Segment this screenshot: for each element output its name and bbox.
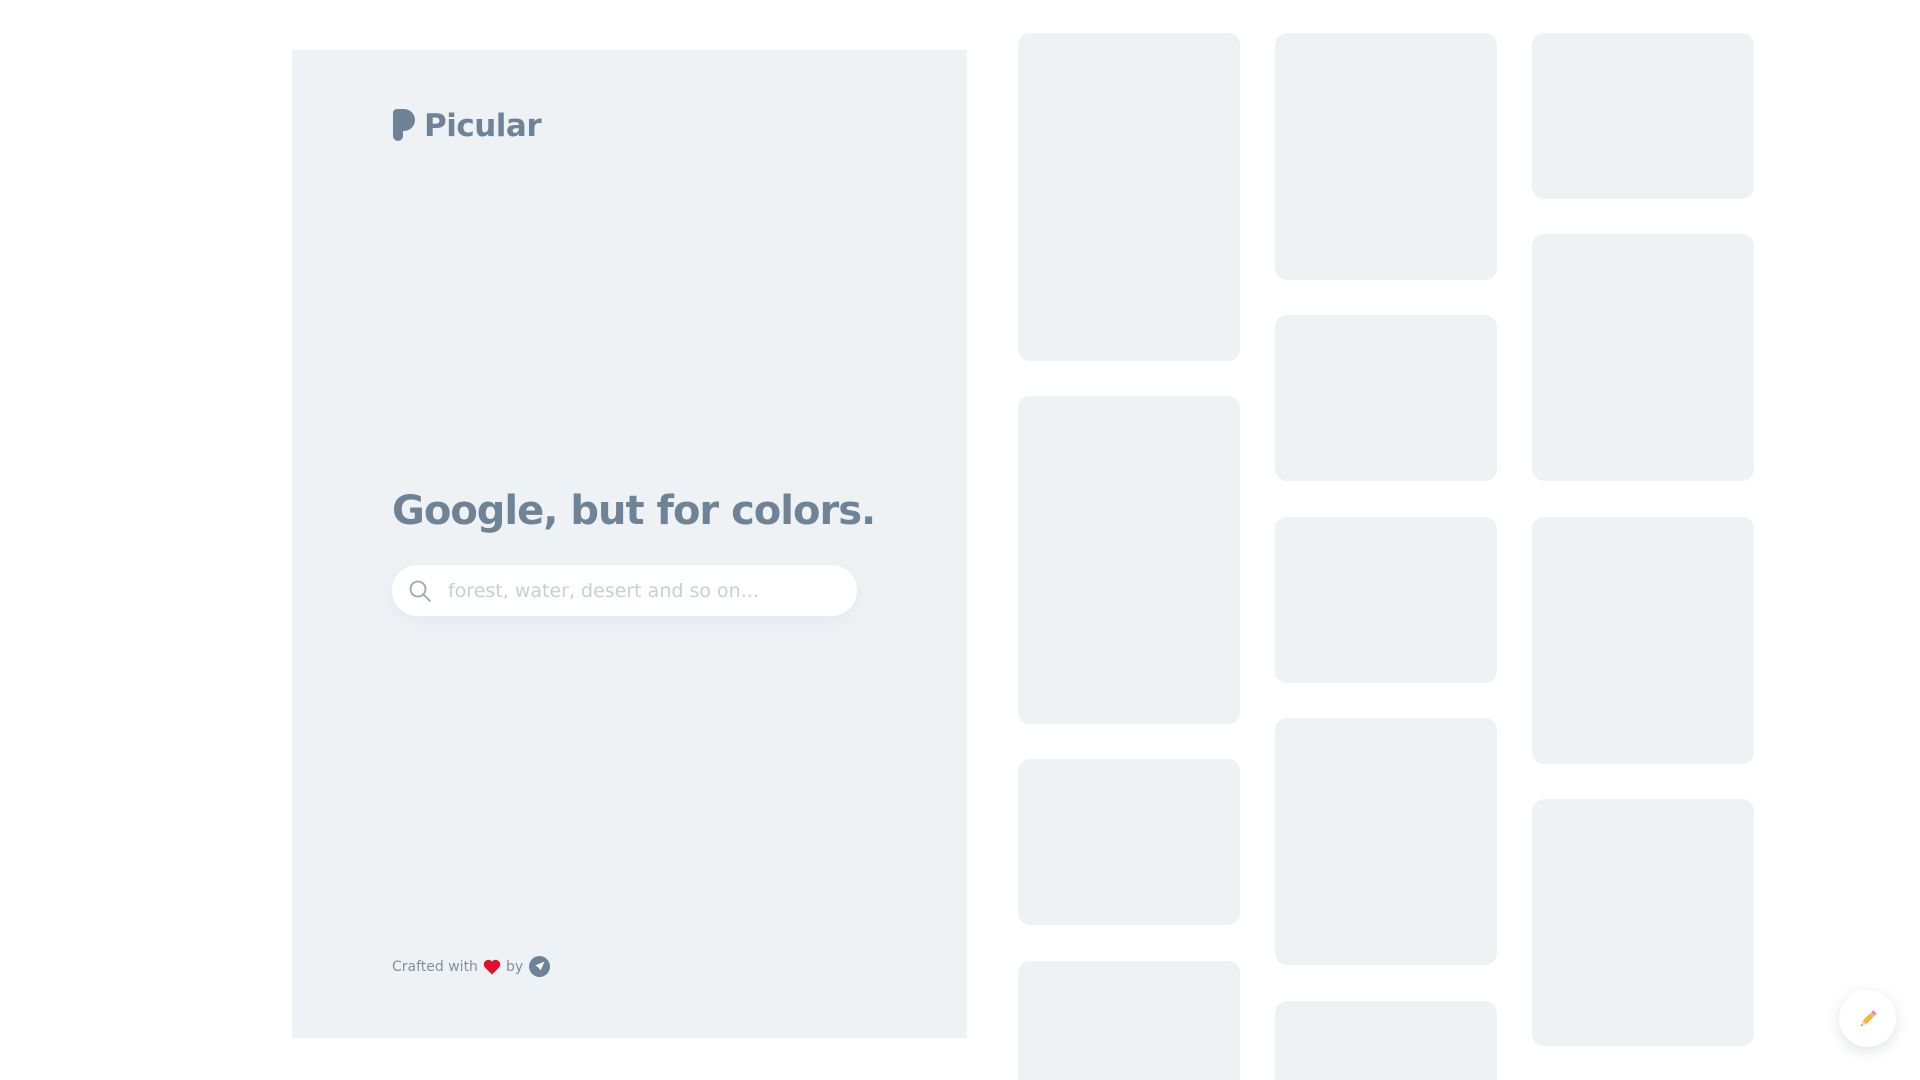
credits-by: by [505, 958, 524, 975]
search-input[interactable] [448, 579, 838, 602]
color-result-tile[interactable] [1275, 33, 1497, 280]
page-title: Google, but for colors. [392, 488, 876, 534]
search-icon [409, 580, 431, 602]
color-result-tile[interactable] [1275, 1001, 1497, 1080]
pencil-icon [1860, 1010, 1876, 1026]
heart-icon [483, 959, 501, 974]
logo-text: Picular [424, 108, 542, 144]
color-result-tile[interactable] [1275, 315, 1497, 481]
color-result-tile[interactable] [1018, 33, 1240, 361]
color-result-tile[interactable] [1532, 799, 1754, 1046]
edit-button[interactable] [1839, 990, 1896, 1047]
picular-page: Picular Google, but for colors. Crafted … [0, 0, 1920, 1080]
picular-logo-icon [393, 109, 415, 141]
color-result-tile[interactable] [1018, 759, 1240, 925]
credits: Crafted with by [392, 956, 551, 977]
color-result-tile[interactable] [1275, 718, 1497, 965]
color-result-tile[interactable] [1018, 961, 1240, 1080]
color-result-tile[interactable] [1532, 234, 1754, 481]
color-result-tile[interactable] [1532, 517, 1754, 764]
logo[interactable]: Picular [392, 108, 542, 144]
hero-panel: Picular Google, but for colors. Crafted … [292, 50, 967, 1038]
color-result-tile[interactable] [1532, 33, 1754, 199]
rocket-icon[interactable] [529, 956, 551, 977]
color-result-tile[interactable] [1018, 396, 1240, 724]
color-result-tile[interactable] [1275, 517, 1497, 683]
search-bar[interactable] [392, 565, 857, 616]
credits-prefix: Crafted with [392, 958, 478, 975]
